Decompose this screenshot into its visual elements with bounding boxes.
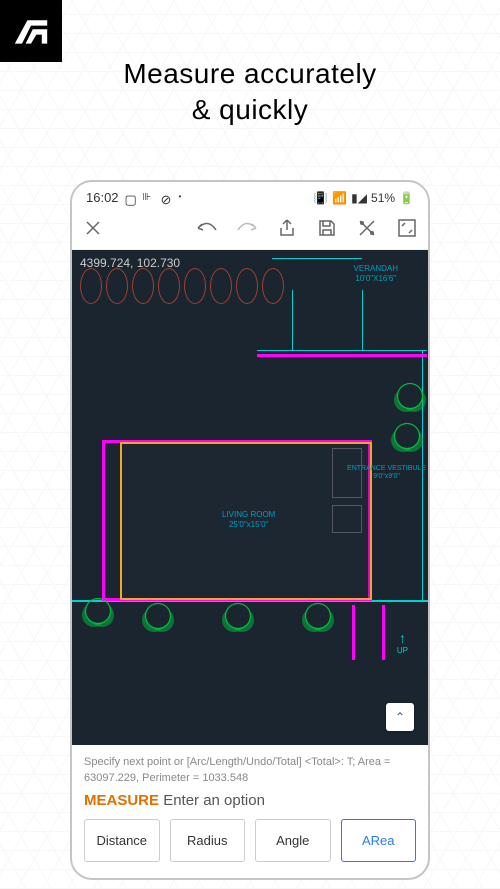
- expand-button[interactable]: ⌃: [386, 703, 414, 731]
- tree-ellipses: [80, 268, 284, 304]
- command-prompt-text: Enter an option: [163, 792, 265, 809]
- save-icon[interactable]: [316, 217, 338, 239]
- option-distance[interactable]: Distance: [84, 819, 160, 862]
- status-time: 16:02: [86, 190, 119, 205]
- plant-icon: [142, 600, 174, 632]
- nfc-icon: ⊪: [143, 192, 155, 204]
- plant-icon: [394, 380, 426, 412]
- headline-line1: Measure accurately: [123, 58, 376, 89]
- crosshair-icon[interactable]: [356, 217, 378, 239]
- signal-icon: ▮◢: [351, 191, 367, 205]
- option-bar: Distance Radius Angle ARea: [72, 819, 428, 878]
- living-label: LIVING ROOM 25'0"x15'0": [222, 510, 275, 529]
- cursor-coordinates: 4399.724, 102.730: [80, 256, 180, 270]
- redo-icon[interactable]: [236, 217, 258, 239]
- wifi-icon: 📶: [332, 191, 347, 205]
- option-area[interactable]: ARea: [341, 819, 417, 862]
- fullscreen-icon[interactable]: [396, 217, 418, 239]
- option-angle[interactable]: Angle: [255, 819, 331, 862]
- option-radius[interactable]: Radius: [170, 819, 246, 862]
- battery-icon: 🔋: [399, 191, 414, 205]
- cad-canvas[interactable]: 4399.724, 102.730 VERANDAH 10'0"X16'6": [72, 250, 428, 745]
- up-arrow: ↑ UP: [397, 630, 408, 655]
- verandah-label: VERANDAH 10'0"X16'6": [354, 264, 398, 283]
- close-icon[interactable]: [82, 217, 104, 239]
- dot-icon: •: [179, 192, 191, 204]
- chevron-up-icon: ⌃: [395, 710, 405, 724]
- command-keyword: MEASURE: [84, 792, 159, 809]
- sync-off-icon: ⊘: [161, 192, 173, 204]
- plant-icon: [302, 600, 334, 632]
- plant-icon: [222, 600, 254, 632]
- phone-mockup: 16:02 ▢ ⊪ ⊘ • 📳 📶 ▮◢ 51% 🔋: [70, 180, 430, 880]
- battery-text: 51%: [371, 191, 395, 205]
- marketing-headline: Measure accurately & quickly: [0, 0, 500, 129]
- command-prompt: MEASURE Enter an option: [72, 792, 428, 819]
- headline-line2: & quickly: [192, 94, 309, 125]
- command-history: Specify next point or [Arc/Length/Undo/T…: [72, 745, 428, 792]
- phone-statusbar: 16:02 ▢ ⊪ ⊘ • 📳 📶 ▮◢ 51% 🔋: [72, 182, 428, 209]
- image-icon: ▢: [125, 192, 137, 204]
- share-icon[interactable]: [276, 217, 298, 239]
- undo-icon[interactable]: [196, 217, 218, 239]
- app-toolbar: [72, 209, 428, 250]
- plant-icon: [82, 595, 114, 627]
- plant-icon: [391, 420, 423, 452]
- vibrate-icon: 📳: [313, 191, 328, 205]
